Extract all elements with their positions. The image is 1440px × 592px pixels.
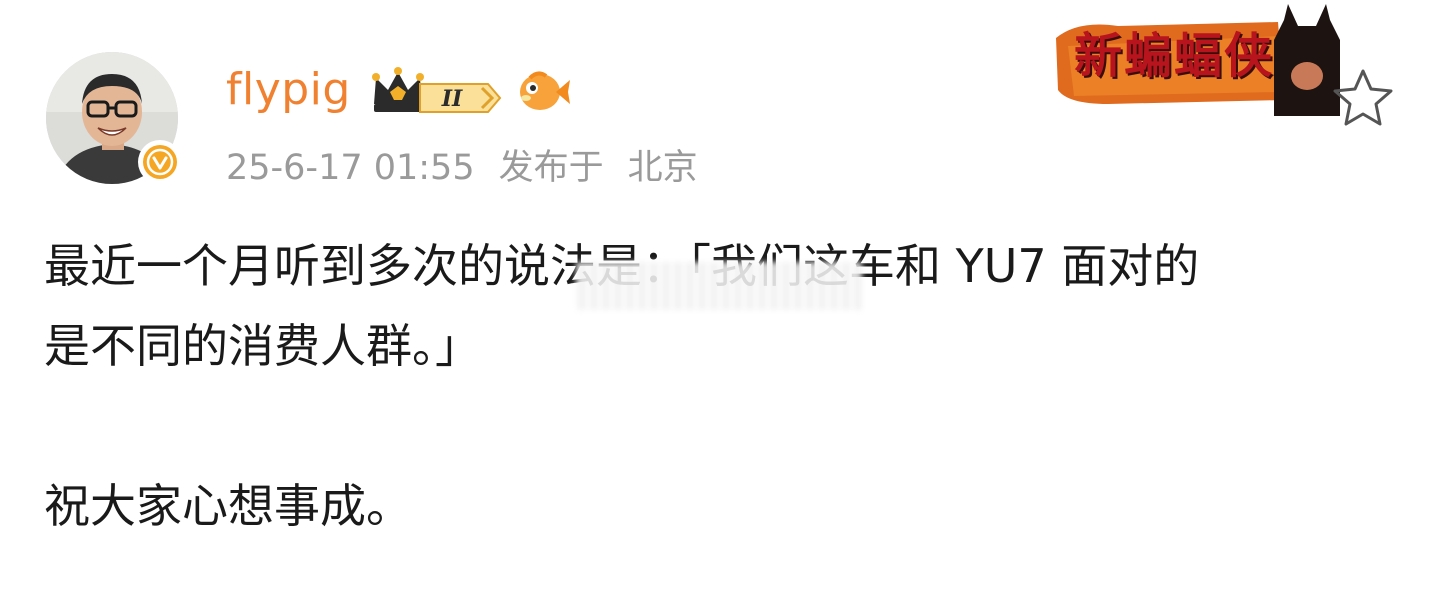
post-location-prefix: 发布于 [498,148,604,188]
verified-icon [138,140,182,184]
post-location: 北京 [627,148,698,188]
post-text-line: 是不同的消费人群。」 [44,319,481,373]
vip-level-label: II [441,86,463,112]
post-time: 25-6-17 01:55 [226,148,475,188]
post-text-line: 祝大家心想事成。 [44,479,412,533]
crown-vip-icon[interactable]: II [370,66,506,122]
fish-icon[interactable] [516,66,572,120]
weibo-post: flypig II 25-6-17 01:55 发布于 北京 新蝙蝠侠 最近一个… [0,0,1440,592]
star-icon[interactable] [1330,66,1396,128]
decoration-title: 新蝙蝠侠 [1074,28,1275,84]
avatar-container[interactable] [46,52,182,188]
blur-overlay [576,262,862,310]
username[interactable]: flypig [226,62,351,118]
card-decoration[interactable]: 新蝙蝠侠 [1048,0,1348,116]
post-meta: 25-6-17 01:55 发布于 北京 [226,144,698,192]
